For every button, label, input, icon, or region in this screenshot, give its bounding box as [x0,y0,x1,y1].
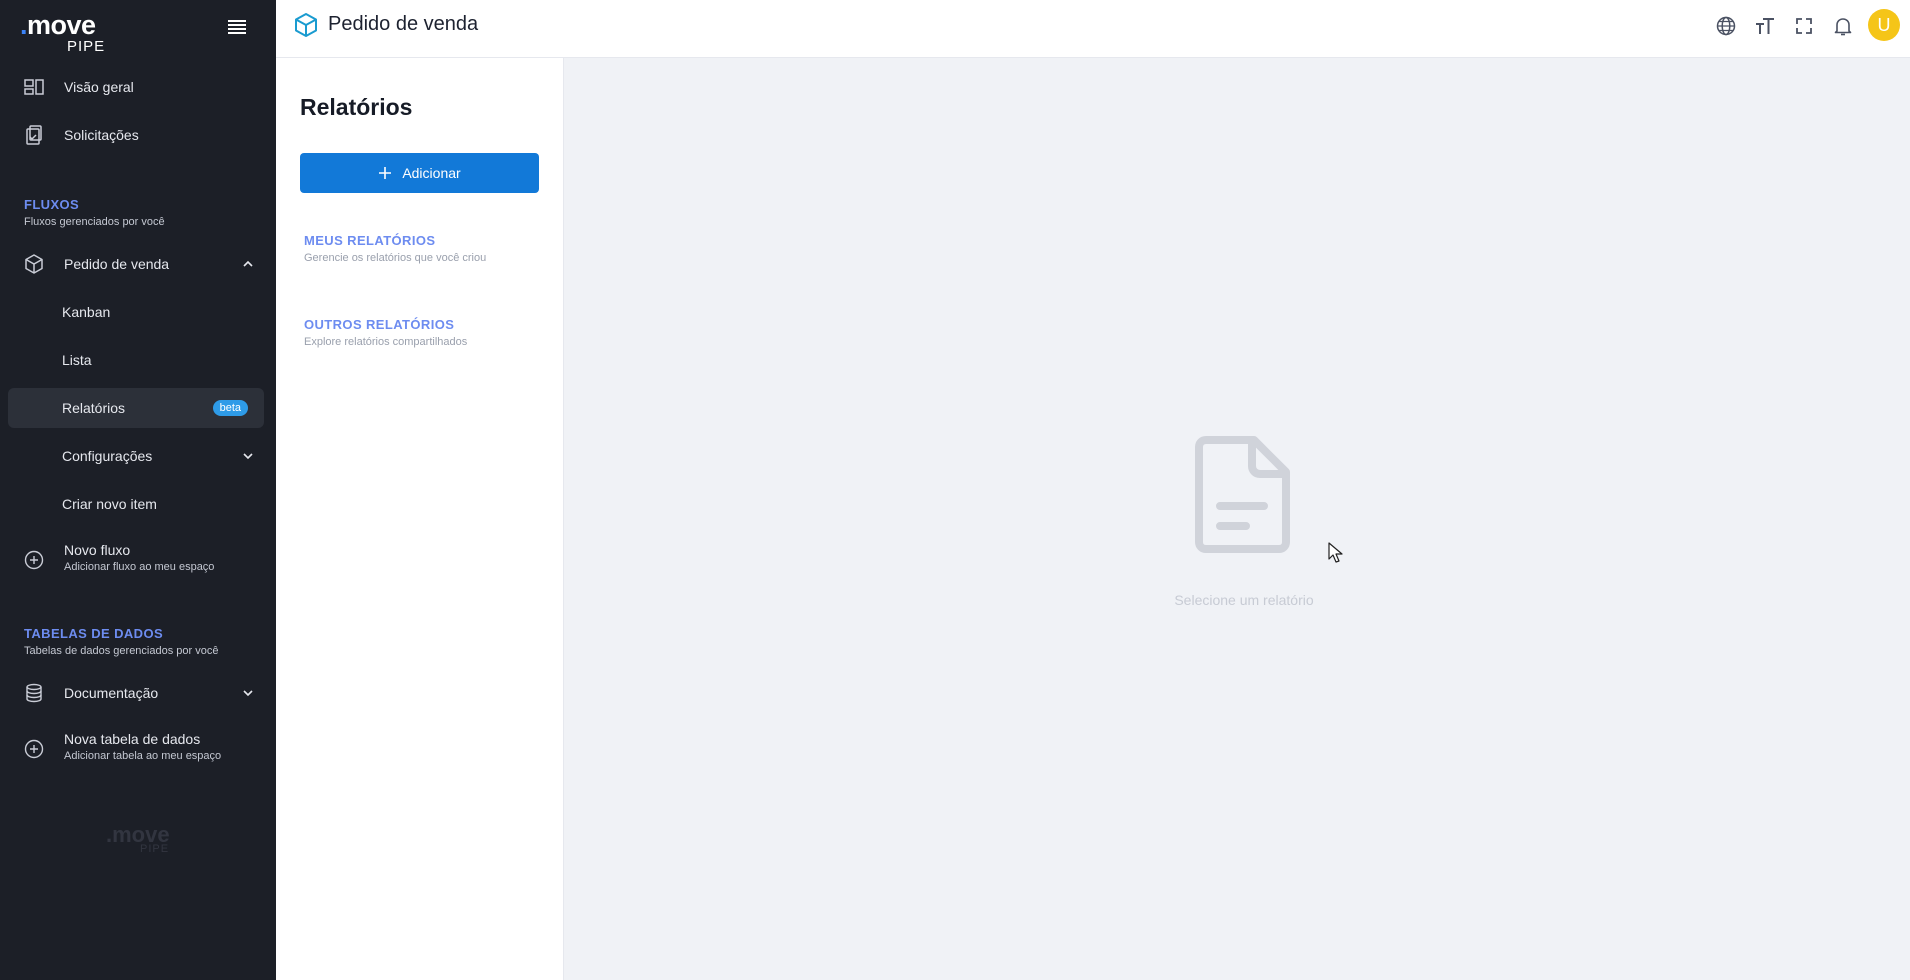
chevron-up-icon[interactable] [242,258,254,270]
section-subtitle-tabelas: Tabelas de dados gerenciados por você [24,645,219,657]
sidebar-item-relatorios[interactable]: Relatórios beta [8,388,264,428]
beta-badge: beta [212,400,248,416]
sidebar-item-sublabel: Adicionar fluxo ao meu espaço [64,561,215,573]
sidebar-item-documentacao[interactable]: Documentação [8,673,264,713]
sidebar-item-visao-geral[interactable]: Visão geral [8,67,264,107]
sidebar-item-label: Pedido de venda [64,256,170,272]
sidebar-item-label: Solicitações [64,127,139,143]
sidebar-item-solicitacoes[interactable]: Solicitações [8,115,264,155]
fullscreen-icon[interactable] [1793,15,1815,37]
bell-icon[interactable] [1832,15,1854,37]
sidebar-item-label: Criar novo item [62,496,157,512]
sidebar-item-label: Nova tabela de dados [64,731,201,747]
sidebar-item-nova-tabela[interactable]: Nova tabela de dados Adicionar tabela ao… [8,727,264,771]
my-reports-subtitle: Gerencie os relatórios que você criou [304,252,487,264]
sidebar-item-label: Visão geral [64,79,134,95]
footer-logo: .move PIPE [106,822,176,856]
section-title-tabelas: TABELAS DE DADOS [24,626,164,641]
section-title-fluxos: FLUXOS [24,197,80,212]
sidebar: .move PIPE Visão geral Solicitações FLUX… [0,0,276,980]
clipboard-icon [26,125,42,145]
hamburger-menu-icon[interactable] [228,20,246,36]
sidebar-item-label: Relatórios [62,400,126,416]
brand-wordmark: .move [20,10,96,40]
empty-state-text: Selecione um relatório [1174,592,1314,608]
sidebar-item-label: Lista [62,352,92,368]
my-reports-group[interactable]: MEUS RELATÓRIOS Gerencie os relatórios q… [304,233,534,264]
sidebar-item-label: Kanban [62,304,111,320]
other-reports-subtitle: Explore relatórios compartilhados [304,336,468,348]
sidebar-item-lista[interactable]: Lista [8,340,264,380]
page-title: Pedido de venda [328,13,479,35]
sidebar-item-configuracoes[interactable]: Configurações [8,436,264,476]
sidebar-item-novo-fluxo[interactable]: Novo fluxo Adicionar fluxo ao meu espaço [8,538,264,582]
database-icon [26,683,42,703]
sidebar-item-sublabel: Adicionar tabela ao meu espaço [64,750,222,762]
box-icon [25,254,43,274]
plus-circle-icon [24,739,44,759]
top-header: Pedido de venda U [276,0,1910,58]
other-reports-title: OUTROS RELATÓRIOS [304,317,455,332]
text-size-icon[interactable] [1754,15,1776,37]
brand-name: move [27,10,96,40]
sidebar-item-criar-novo-item[interactable]: Criar novo item [8,484,264,524]
main-content: Selecione um relatório [564,58,1910,980]
sidebar-item-label: Configurações [62,448,153,464]
add-report-label: Adicionar [402,165,461,181]
my-reports-title: MEUS RELATÓRIOS [304,233,436,248]
brand-sub: PIPE [67,38,106,55]
add-report-button[interactable]: Adicionar [300,153,539,193]
sidebar-item-kanban[interactable]: Kanban [8,292,264,332]
user-avatar[interactable]: U [1868,9,1900,41]
box-icon [295,13,317,37]
brand-logo[interactable]: .move PIPE [20,10,120,55]
document-icon [1195,436,1290,553]
sidebar-item-pedido-de-venda[interactable]: Pedido de venda [8,244,264,284]
reports-title: Relatórios [300,94,413,120]
globe-icon[interactable] [1715,15,1737,37]
plus-circle-icon [24,550,44,570]
app-root: .move PIPE Visão geral Solicitações FLUX… [0,0,1910,980]
footer-logo-sub: PIPE [140,843,170,855]
other-reports-group[interactable]: OUTROS RELATÓRIOS Explore relatórios com… [304,317,534,348]
plus-icon [379,167,392,179]
reports-panel: Relatórios Adicionar MEUS RELATÓRIOS Ger… [276,58,564,980]
overview-icon [24,79,44,95]
sidebar-item-label: Novo fluxo [64,542,131,558]
chevron-down-icon[interactable] [242,687,254,699]
sidebar-item-label: Documentação [64,685,159,701]
chevron-down-icon[interactable] [242,450,254,462]
section-subtitle-fluxos: Fluxos gerenciados por você [24,216,165,228]
mouse-cursor-icon [1328,542,1343,563]
